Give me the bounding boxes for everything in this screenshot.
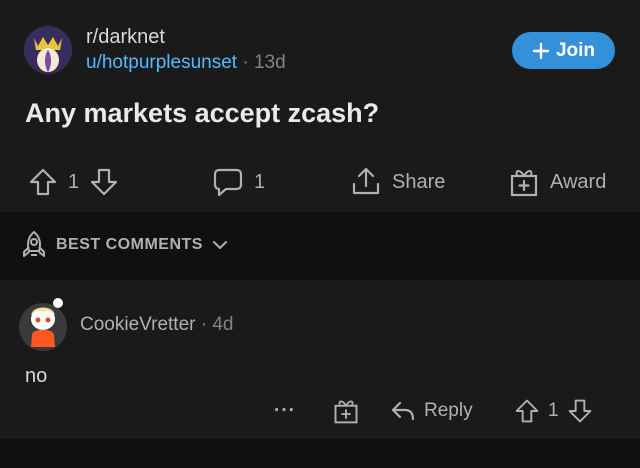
comment-sort-bar: BEST COMMENTS xyxy=(0,212,640,280)
rocket-icon xyxy=(23,230,45,257)
share-label: Share xyxy=(392,170,446,193)
user-avatar[interactable] xyxy=(18,297,68,351)
award-button[interactable]: Award xyxy=(508,160,606,204)
meta-separator: · xyxy=(200,314,208,335)
post-author-link[interactable]: u/hotpurplesunset xyxy=(86,52,237,73)
join-button[interactable]: Join xyxy=(512,32,615,69)
share-icon xyxy=(352,167,380,195)
chevron-down-icon xyxy=(212,241,227,249)
comments-button[interactable]: 1 xyxy=(212,160,265,204)
comment: CookieVretter · 4d no ··· Reply 1 xyxy=(0,281,640,439)
comment-count: 1 xyxy=(254,170,266,193)
sort-label: BEST COMMENTS xyxy=(56,236,203,253)
post-meta: u/hotpurplesunset · 13d xyxy=(86,52,286,74)
comment-body: no xyxy=(25,365,48,387)
comment-vote-count: 1 xyxy=(548,400,559,421)
upvote-count: 1 xyxy=(68,170,80,193)
post-card: r/darknet u/hotpurplesunset · 13d Join A… xyxy=(0,0,640,212)
comment-award-button[interactable] xyxy=(332,391,360,431)
post-age: 13d xyxy=(253,52,286,73)
downvote-icon[interactable] xyxy=(567,398,593,424)
comment-author[interactable]: CookieVretter xyxy=(80,314,195,335)
plus-icon xyxy=(532,42,550,59)
meta-separator: · xyxy=(242,52,249,73)
vote-control: 1 xyxy=(28,160,119,204)
more-icon[interactable]: ··· xyxy=(274,391,296,431)
reply-icon xyxy=(391,401,415,421)
award-icon xyxy=(510,170,538,197)
award-label: Award xyxy=(550,170,607,193)
share-button[interactable]: Share xyxy=(350,160,445,204)
join-label: Join xyxy=(555,39,596,61)
comment-actions: ··· Reply 1 xyxy=(0,391,640,431)
post-title[interactable]: Any markets accept zcash? xyxy=(25,98,379,129)
comment-icon xyxy=(213,168,243,197)
bottom-band xyxy=(0,439,640,468)
comment-vote-control: 1 xyxy=(514,391,593,431)
comment-age: 4d xyxy=(212,314,234,335)
subreddit-avatar[interactable] xyxy=(24,26,72,74)
post-actions: 1 1 Share Award xyxy=(0,160,640,204)
upvote-icon[interactable] xyxy=(514,398,540,424)
sort-dropdown[interactable]: BEST COMMENTS xyxy=(20,230,229,260)
comment-meta: CookieVretter · 4d xyxy=(80,314,234,336)
award-icon xyxy=(334,400,358,424)
upvote-icon[interactable] xyxy=(28,167,58,197)
reply-button[interactable]: Reply xyxy=(390,391,473,431)
reply-label: Reply xyxy=(424,400,473,421)
subreddit-name[interactable]: r/darknet xyxy=(86,26,165,49)
downvote-icon[interactable] xyxy=(89,167,119,197)
